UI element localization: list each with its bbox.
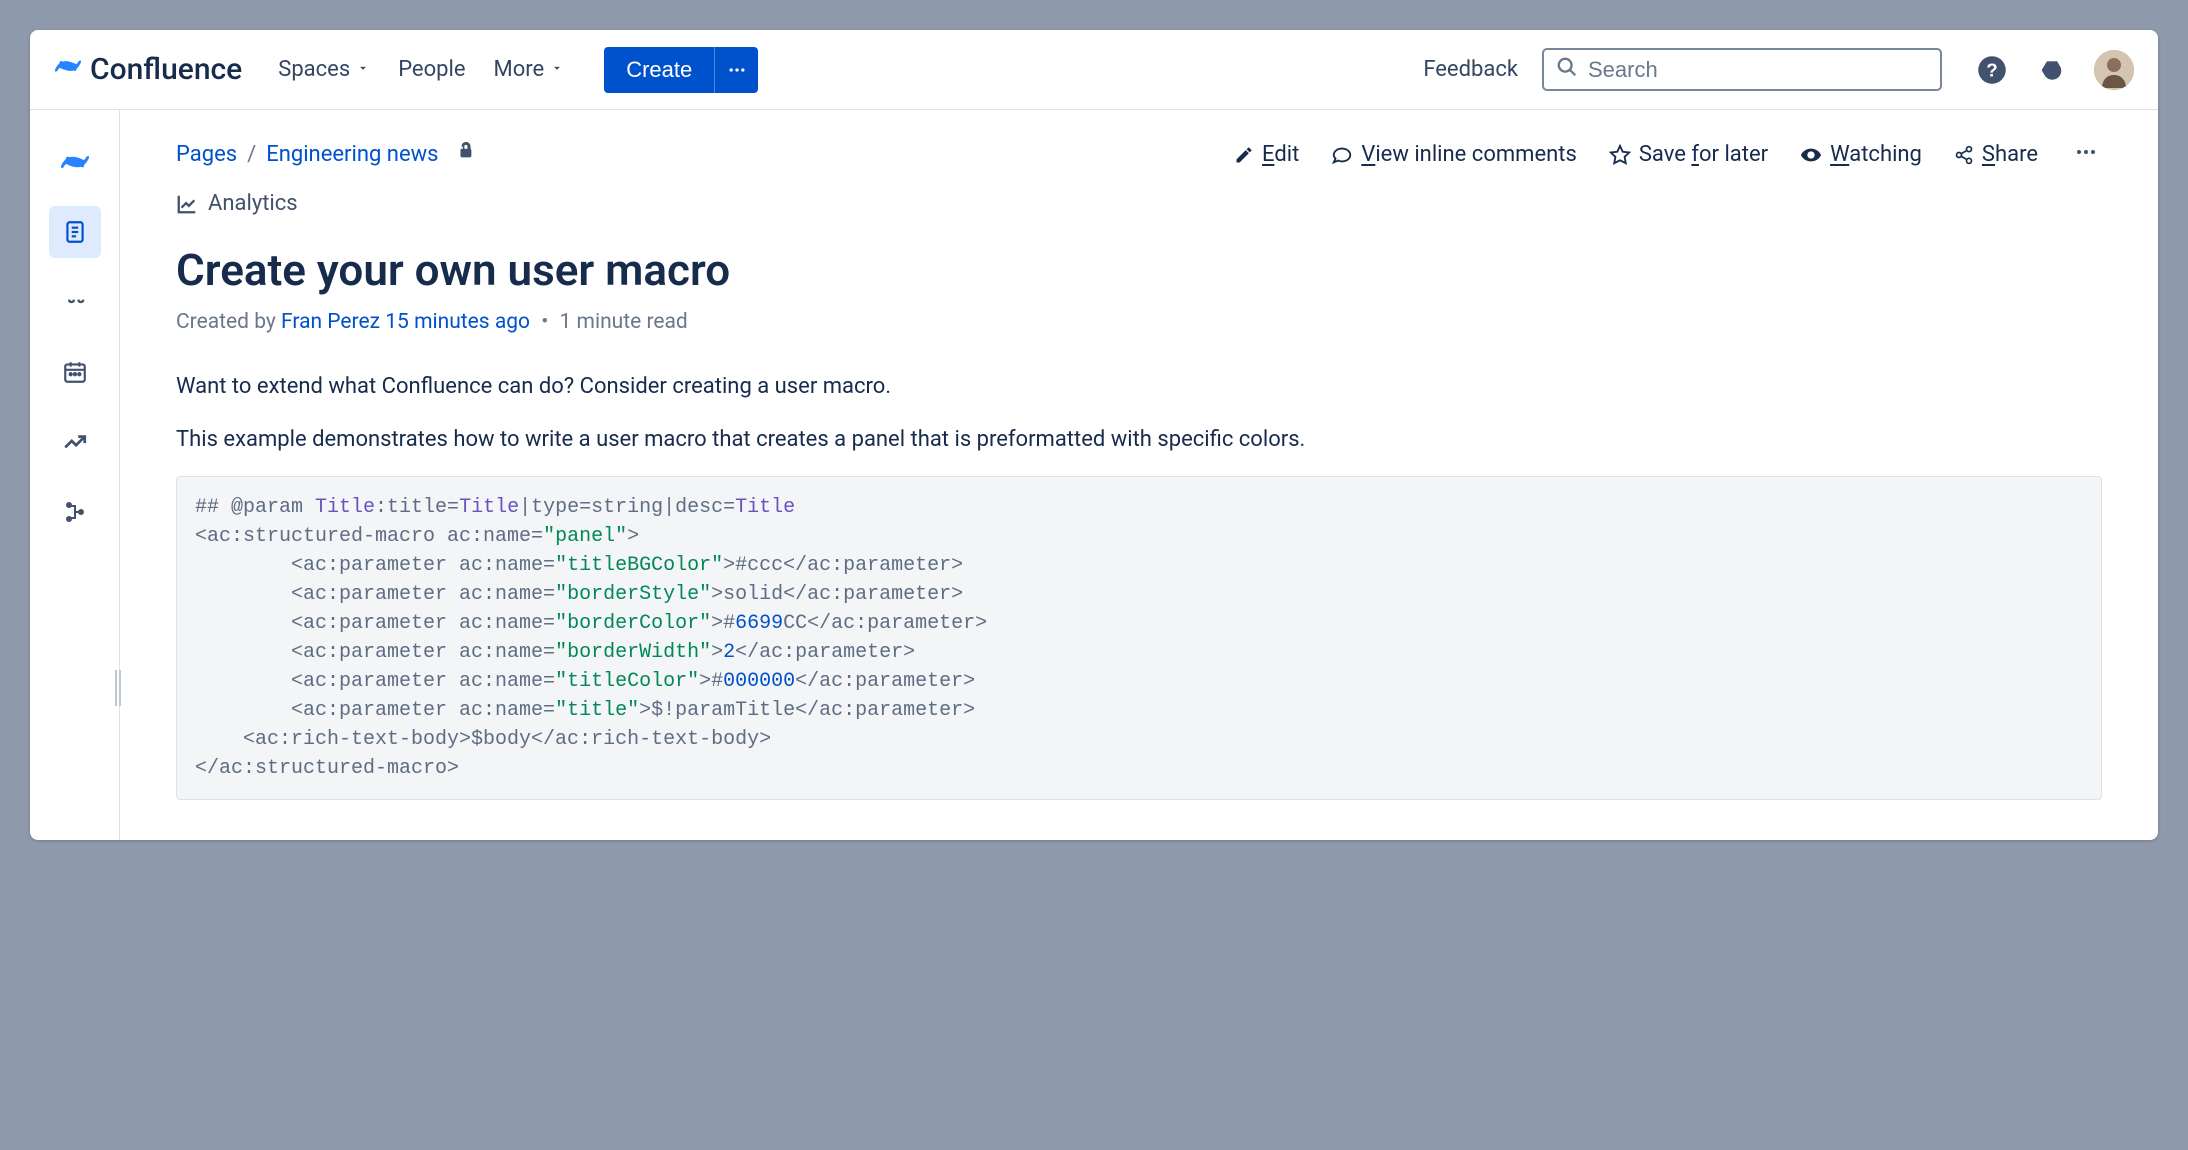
save-later-label: Save for later [1639, 142, 1768, 167]
pencil-icon [1234, 145, 1254, 165]
sidebar-calendar-icon[interactable] [49, 346, 101, 398]
chevron-down-icon [550, 61, 564, 79]
share-action[interactable]: Share [1954, 142, 2038, 167]
analytics-link[interactable]: Analytics [176, 191, 2102, 216]
nav-spaces[interactable]: Spaces [278, 57, 370, 82]
edit-label: Edit [1262, 142, 1299, 167]
help-icon[interactable]: ? [1974, 52, 2010, 88]
left-sidebar [30, 110, 120, 840]
search-icon [1556, 56, 1578, 83]
byline-prefix: Created by [176, 310, 281, 334]
nav-more[interactable]: More [494, 57, 565, 82]
chart-icon [176, 193, 198, 215]
search-input[interactable] [1588, 57, 1928, 83]
edit-action[interactable]: Edit [1234, 142, 1299, 167]
comment-icon [1331, 144, 1353, 166]
sidebar-blog-icon[interactable] [49, 276, 101, 328]
watching-label: Watching [1830, 142, 1922, 167]
paragraph-2: This example demonstrates how to write a… [176, 423, 2102, 456]
byline-separator: • [536, 310, 554, 334]
product-name: Confluence [90, 52, 242, 87]
eye-icon [1800, 144, 1822, 166]
sidebar-tree-icon[interactable] [49, 486, 101, 538]
page-title: Create your own user macro [176, 244, 2102, 296]
watching-action[interactable]: Watching [1800, 142, 1922, 167]
sidebar-pages-icon[interactable] [49, 206, 101, 258]
paragraph-1: Want to extend what Confluence can do? C… [176, 370, 2102, 403]
avatar[interactable] [2094, 50, 2134, 90]
main-content: Pages / Engineering news Edit View inlin… [120, 110, 2158, 840]
primary-nav: Spaces People More Create [278, 47, 758, 93]
sidebar-resize-handle[interactable] [115, 670, 125, 706]
page-header-row: Pages / Engineering news Edit View inlin… [176, 136, 2102, 173]
search-box[interactable] [1542, 48, 1942, 91]
star-icon [1609, 144, 1631, 166]
nav-people-label: People [398, 57, 465, 82]
nav-people[interactable]: People [398, 57, 465, 82]
breadcrumb-pages[interactable]: Pages [176, 142, 237, 167]
sidebar-space-icon[interactable] [49, 136, 101, 188]
create-button-group: Create [604, 47, 758, 93]
svg-text:?: ? [1986, 59, 1997, 80]
restrictions-icon[interactable] [455, 141, 477, 169]
sidebar-analytics-icon[interactable] [49, 416, 101, 468]
confluence-logo-icon [54, 52, 82, 87]
analytics-label: Analytics [208, 191, 298, 216]
view-comments-action[interactable]: View inline comments [1331, 142, 1577, 167]
app-window: Confluence Spaces People More Create [30, 30, 2158, 840]
code-block: ## @param Title:title=Title|type=string|… [176, 476, 2102, 800]
top-nav: Confluence Spaces People More Create [30, 30, 2158, 110]
breadcrumb-space[interactable]: Engineering news [266, 142, 438, 167]
feedback-link[interactable]: Feedback [1423, 57, 1518, 82]
nav-more-label: More [494, 57, 545, 82]
share-icon [1954, 145, 1974, 165]
chevron-down-icon [356, 61, 370, 79]
create-more-button[interactable] [714, 47, 758, 93]
breadcrumb: Pages / Engineering news [176, 141, 477, 169]
more-actions-icon[interactable] [2070, 136, 2102, 173]
read-time: 1 minute read [560, 310, 688, 334]
top-nav-icons: ? [1974, 50, 2134, 90]
notifications-icon[interactable] [2034, 52, 2070, 88]
share-label: Share [1982, 142, 2038, 167]
create-button[interactable]: Create [604, 47, 714, 93]
page-byline: Created by Fran Perez 15 minutes ago • 1… [176, 310, 2102, 334]
author-link[interactable]: Fran Perez 15 minutes ago [281, 310, 530, 334]
view-comments-label: View inline comments [1361, 142, 1577, 167]
product-logo[interactable]: Confluence [54, 52, 242, 87]
nav-spaces-label: Spaces [278, 57, 350, 82]
save-later-action[interactable]: Save for later [1609, 142, 1768, 167]
breadcrumb-separator: / [247, 142, 256, 167]
page-body: Pages / Engineering news Edit View inlin… [30, 110, 2158, 840]
